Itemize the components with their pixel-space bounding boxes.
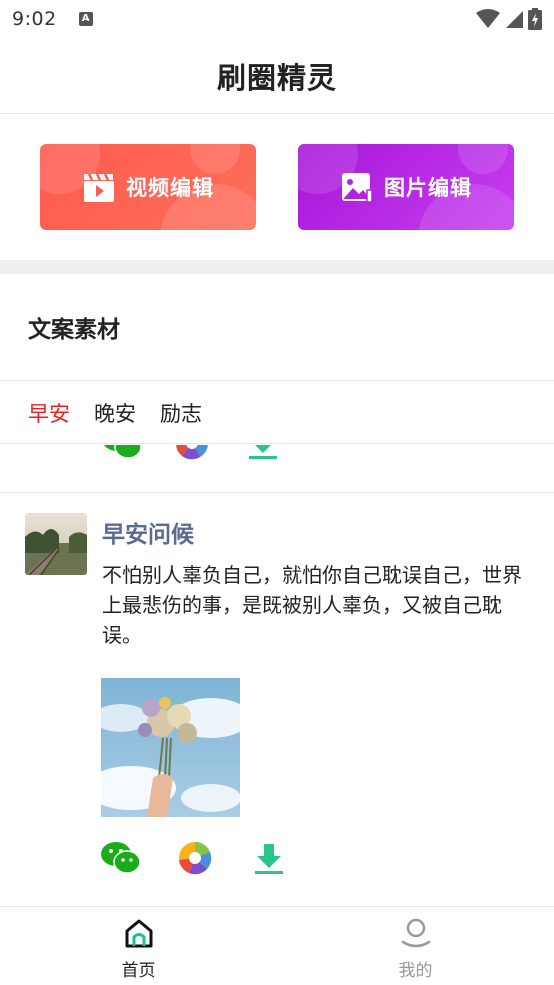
download-button[interactable] <box>248 840 290 876</box>
moments-icon <box>179 841 212 875</box>
status-bar: 9:02 A <box>0 0 554 38</box>
moments-icon[interactable] <box>174 445 210 461</box>
wifi-icon <box>476 9 500 28</box>
action-panel: 视频编辑 图片编辑 <box>0 115 554 260</box>
post-body: 不怕别人辜负自己，就怕你自己耽误自己，世界上最悲伤的事，是既被别人辜负，又被自己… <box>102 563 522 647</box>
section-title: 文案素材 <box>28 317 120 343</box>
previous-post-actions <box>0 445 554 461</box>
status-time: 9:02 <box>12 8 57 30</box>
home-icon <box>125 919 152 948</box>
battery-icon <box>528 8 542 30</box>
post-title[interactable]: 早安问候 <box>102 515 194 549</box>
tab-inspiration[interactable]: 励志 <box>160 398 202 428</box>
download-icon <box>255 844 283 874</box>
notification-icon: A <box>78 12 93 26</box>
nav-home[interactable]: 首页 <box>0 907 277 985</box>
nav-profile[interactable]: 我的 <box>277 907 554 985</box>
profile-icon <box>401 918 430 948</box>
post-actions <box>100 840 322 876</box>
feed-divider <box>0 492 554 493</box>
video-edit-label: 视频编辑 <box>126 176 214 200</box>
video-edit-button[interactable]: 视频编辑 <box>40 144 256 230</box>
nav-profile-label: 我的 <box>398 961 433 981</box>
flower-bouquet-photo <box>101 678 240 817</box>
signal-icon <box>506 11 523 28</box>
category-tabs: 早安 晚安 励志 <box>0 382 554 444</box>
post-avatar[interactable] <box>25 513 87 575</box>
video-clapper-icon <box>84 173 114 202</box>
app-title: 刷圈精灵 <box>216 60 337 95</box>
app-header: 刷圈精灵 <box>0 38 554 114</box>
download-icon[interactable] <box>246 445 280 461</box>
image-edit-label: 图片编辑 <box>384 176 472 200</box>
section-header: 文案素材 <box>0 274 554 381</box>
section-separator <box>0 260 554 274</box>
image-edit-button[interactable]: 图片编辑 <box>298 144 514 230</box>
railway-photo <box>25 513 87 575</box>
nav-home-label: 首页 <box>121 961 156 981</box>
feed-list: 早安问候 不怕别人辜负自己，就怕你自己耽误自己，世界上最悲伤的事，是既被别人辜负… <box>0 445 554 906</box>
wechat-icon[interactable] <box>101 445 143 461</box>
bottom-nav: 首页 我的 <box>0 906 554 985</box>
moments-share-button[interactable] <box>174 840 216 876</box>
tab-morning[interactable]: 早安 <box>28 398 70 428</box>
image-icon <box>342 173 373 203</box>
post-image[interactable] <box>101 678 240 817</box>
wechat-icon <box>101 842 141 874</box>
wechat-share-button[interactable] <box>100 840 142 876</box>
tab-night[interactable]: 晚安 <box>94 398 136 428</box>
status-icons <box>476 8 542 30</box>
